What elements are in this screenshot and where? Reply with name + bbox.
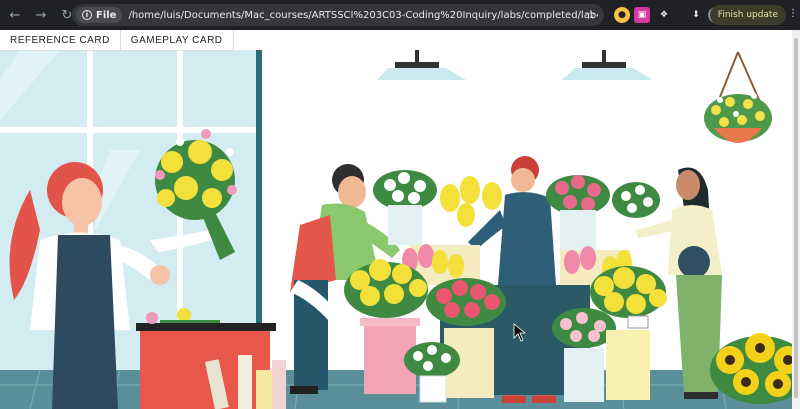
site-info-chip[interactable]: i File [76,7,123,23]
info-icon: i [82,10,92,20]
menu-kebab-icon[interactable]: ⋮ [788,8,798,19]
finish-update-button[interactable]: Finish update [709,5,786,25]
flower-shop-illustration [0,30,800,409]
browser-toolbar: ← → ↻ i File /home/luis/Documents/Mac_co… [0,0,800,30]
back-icon[interactable]: ← [4,4,26,26]
extension-icon[interactable]: ● [614,7,630,23]
extension-magenta-icon[interactable]: ▣ [634,7,650,23]
bookmark-star-icon[interactable]: ☆ [585,8,596,22]
puzzle-extensions-icon[interactable]: ❖ [656,7,672,23]
download-icon[interactable]: ⬇ [688,7,704,23]
hanging-flower-basket [704,51,772,143]
shop-counter [136,308,286,409]
file-label: File [96,9,117,21]
flower-shop-scene [0,50,800,409]
ceiling-lamp [377,50,466,80]
tab-gameplay-card[interactable]: GAMEPLAY CARD [120,30,234,51]
url-text[interactable]: /home/luis/Documents/Mac_courses/ARTSSCI… [128,10,598,21]
tab-reference-card[interactable]: REFERENCE CARD [0,30,121,51]
scrollbar-thumb[interactable] [794,38,798,398]
page-scrollbar[interactable] [792,30,800,409]
ceiling-lamp [562,50,653,80]
page-tab-bar: REFERENCE CARD GAMEPLAY CARD [0,30,234,51]
forward-icon[interactable]: → [30,4,52,26]
address-bar[interactable]: i File /home/luis/Documents/Mac_courses/… [72,4,604,26]
paper-rolls [204,355,286,409]
